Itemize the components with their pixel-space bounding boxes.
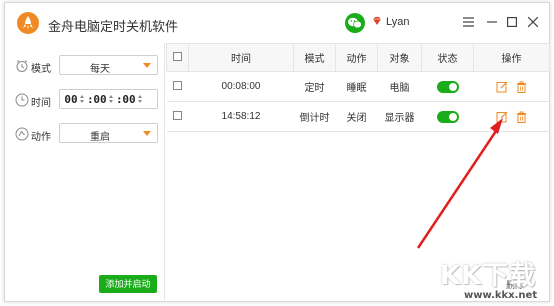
trash-icon[interactable] [516, 111, 527, 123]
vip-diamond-icon [373, 17, 381, 25]
time-cell: 14:58:12 [188, 101, 294, 132]
mode-cell: 定时 [293, 71, 336, 102]
action-cell: 关闭 [335, 101, 378, 132]
action-row: 动作 重启 [15, 123, 161, 145]
trash-icon[interactable] [516, 81, 527, 93]
column-header: 时间 [188, 43, 294, 72]
task-table: 时间 模式 动作 对象 状态 操作 00:08:00 定时 睡眠 电脑 14:5… [166, 43, 550, 132]
mode-select[interactable]: 每天 [59, 55, 158, 75]
table-row: 14:58:12 倒计时 关闭 显示器 [166, 101, 550, 132]
hour-spinner[interactable] [79, 95, 85, 103]
watermark: KK下载 www.kkx.net [440, 255, 550, 303]
chevron-down-icon [143, 63, 151, 68]
mode-value: 每天 [90, 64, 110, 75]
time-input[interactable]: 00 : 00 : 00 [59, 89, 158, 109]
minute-field[interactable]: 00 [92, 93, 108, 106]
action-select[interactable]: 重启 [59, 123, 158, 143]
window-title: 金舟电脑定时关机软件 [48, 19, 179, 34]
time-cell: 00:08:00 [188, 71, 294, 102]
row-select-cell [166, 101, 189, 132]
row-checkbox[interactable] [173, 110, 182, 120]
minute-spinner[interactable] [108, 95, 114, 103]
time-label: 时间 [31, 98, 51, 109]
target-cell: 电脑 [377, 71, 422, 102]
status-cell [421, 101, 474, 132]
close-icon[interactable] [524, 13, 542, 31]
action-label: 动作 [31, 132, 51, 143]
action-icon [15, 127, 29, 141]
status-toggle[interactable] [436, 110, 459, 123]
settings-panel: 模式 每天 时间 00 : 00 : 00 动作 重启 添加并启动 [5, 43, 165, 302]
user-name[interactable]: Lyan [386, 16, 409, 28]
menu-icon[interactable] [459, 13, 477, 31]
select-all-checkbox[interactable] [173, 51, 182, 61]
row-checkbox[interactable] [173, 80, 182, 90]
status-toggle[interactable] [436, 80, 459, 93]
mode-cell: 倒计时 [293, 101, 336, 132]
column-header: 对象 [377, 43, 422, 72]
column-header: 状态 [421, 43, 474, 72]
title-bar: 金舟电脑定时关机软件 Lyan [5, 3, 549, 43]
table-row: 00:08:00 定时 睡眠 电脑 [166, 71, 550, 102]
second-spinner[interactable] [137, 95, 143, 103]
mode-label: 模式 [31, 64, 51, 75]
maximize-icon[interactable] [503, 13, 521, 31]
column-header: 动作 [335, 43, 378, 72]
column-header: 操作 [473, 43, 550, 72]
target-cell: 显示器 [377, 101, 422, 132]
minimize-icon[interactable] [483, 13, 501, 31]
action-value: 重启 [90, 132, 110, 143]
hour-field[interactable]: 00 [63, 93, 79, 106]
column-header: 模式 [293, 43, 336, 72]
operation-cell [473, 71, 550, 102]
add-and-start-button[interactable]: 添加并启动 [99, 275, 157, 293]
row-select-cell [166, 71, 189, 102]
second-field[interactable]: 00 [121, 93, 137, 106]
time-row: 时间 00 : 00 : 00 [15, 89, 161, 111]
select-all-header [166, 43, 189, 72]
action-cell: 睡眠 [335, 71, 378, 102]
app-logo-icon [17, 12, 39, 34]
edit-icon[interactable] [496, 111, 508, 123]
mode-row: 模式 每天 [15, 55, 161, 77]
watermark-url: www.kkx.net [464, 290, 538, 301]
operation-cell [473, 101, 550, 132]
alarm-clock-icon [16, 60, 28, 72]
watermark-text: KK下载 [440, 261, 537, 291]
table-header: 时间 模式 动作 对象 状态 操作 [166, 43, 550, 72]
wechat-icon[interactable] [345, 13, 365, 33]
status-cell [421, 71, 474, 102]
edit-icon[interactable] [496, 81, 508, 93]
chevron-down-icon [143, 131, 151, 136]
clock-icon [15, 93, 29, 107]
